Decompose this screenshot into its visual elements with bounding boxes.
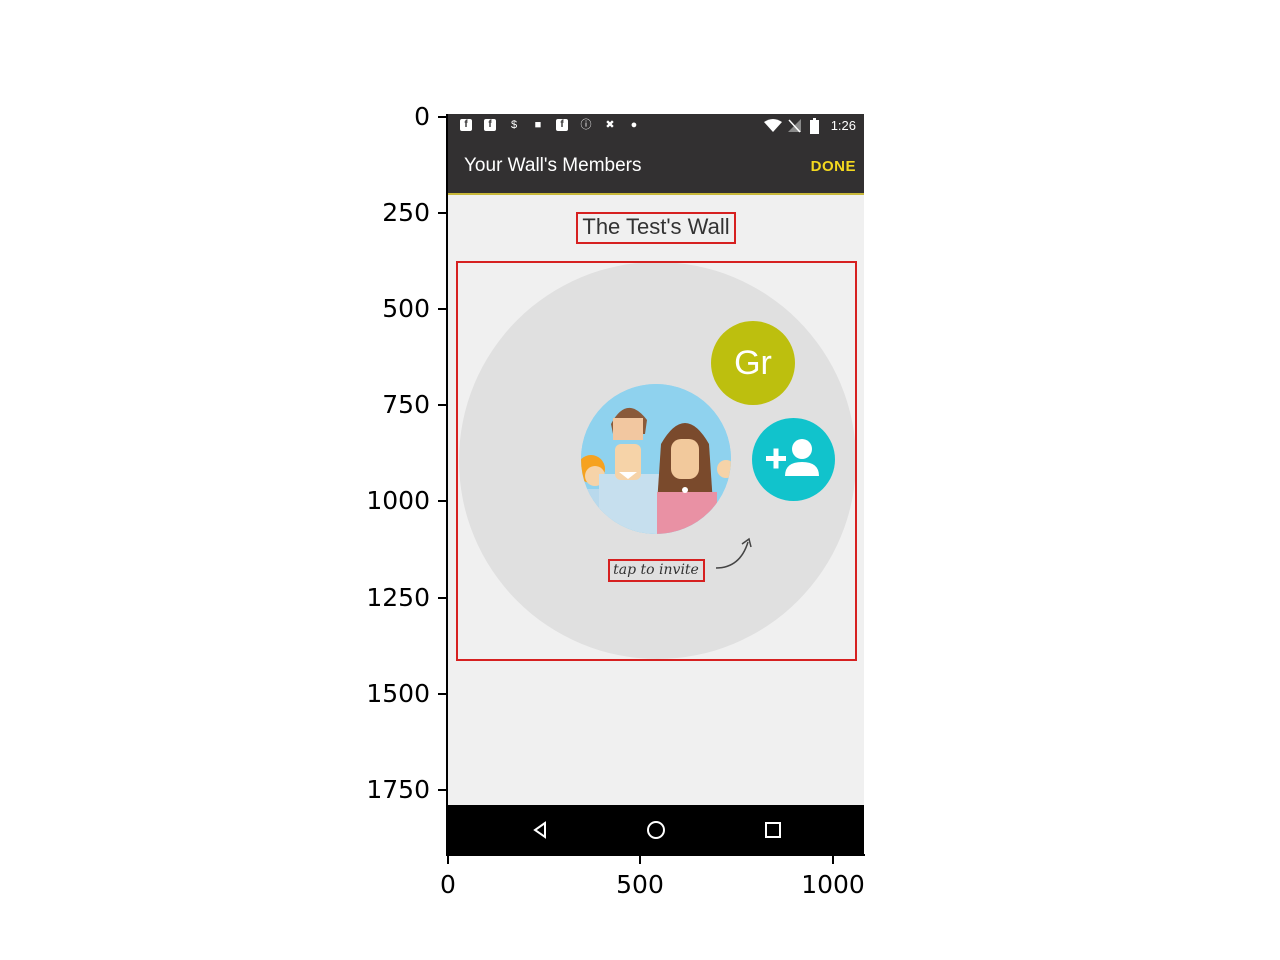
- add-person-icon: [766, 439, 819, 476]
- y-tick-mark: [438, 308, 446, 310]
- back-icon[interactable]: [528, 818, 552, 842]
- facebook-icon: f: [556, 119, 568, 131]
- x-tick-label: 500: [616, 870, 664, 899]
- status-time: 1:26: [830, 118, 856, 133]
- home-icon[interactable]: [644, 818, 668, 842]
- y-tick-mark: [438, 116, 446, 118]
- status-bar: f f $ ■ f ⓘ ✖ ● 1:26: [448, 114, 864, 138]
- y-tick-label: 1250: [366, 583, 430, 612]
- y-tick-mark: [438, 212, 446, 214]
- family-illustration: [581, 384, 731, 534]
- done-button[interactable]: DONE: [811, 158, 856, 175]
- navigation-bar: [448, 805, 864, 855]
- y-tick-mark: [438, 597, 446, 599]
- x-tick-mark: [832, 856, 834, 864]
- y-tick-mark: [438, 500, 446, 502]
- y-tick-label: 1000: [366, 486, 430, 515]
- highlight-box: [608, 559, 705, 582]
- member-avatar[interactable]: Gr: [711, 321, 795, 405]
- page-title: Your Wall's Members: [464, 155, 642, 176]
- y-tick-label: 250: [382, 198, 430, 227]
- y-tick-label: 1500: [366, 679, 430, 708]
- android-icon: ●: [630, 119, 638, 131]
- x-tick-label: 0: [440, 870, 456, 899]
- battery-icon: [810, 118, 819, 134]
- lock-icon: ■: [534, 119, 542, 131]
- curved-arrow-icon: [715, 537, 752, 569]
- info-circle-icon: ⓘ: [580, 119, 592, 131]
- x-tick-label: 1000: [801, 870, 865, 899]
- y-tick-mark: [438, 404, 446, 406]
- wifi-icon: [764, 119, 782, 132]
- x-tick-mark: [447, 856, 449, 864]
- add-member-button[interactable]: [752, 418, 835, 501]
- facebook-icon: f: [460, 119, 472, 131]
- app-bar: Your Wall's Members DONE: [448, 138, 864, 195]
- no-signal-icon: [788, 119, 801, 133]
- tools-icon: ✖: [605, 119, 615, 131]
- y-tick-mark: [438, 789, 446, 791]
- recents-icon[interactable]: [761, 818, 785, 842]
- phone-screen: f f $ ■ f ⓘ ✖ ● 1:26 Your Wall's Members…: [448, 114, 864, 855]
- facebook-icon: f: [484, 119, 496, 131]
- y-tick-mark: [438, 693, 446, 695]
- highlight-box: [576, 212, 736, 244]
- y-tick-label: 500: [382, 294, 430, 323]
- y-tick-label: 0: [414, 102, 430, 131]
- y-tick-label: 750: [382, 390, 430, 419]
- dollar-circle-icon: $: [510, 119, 518, 131]
- x-tick-mark: [639, 856, 641, 864]
- y-tick-label: 1750: [366, 775, 430, 804]
